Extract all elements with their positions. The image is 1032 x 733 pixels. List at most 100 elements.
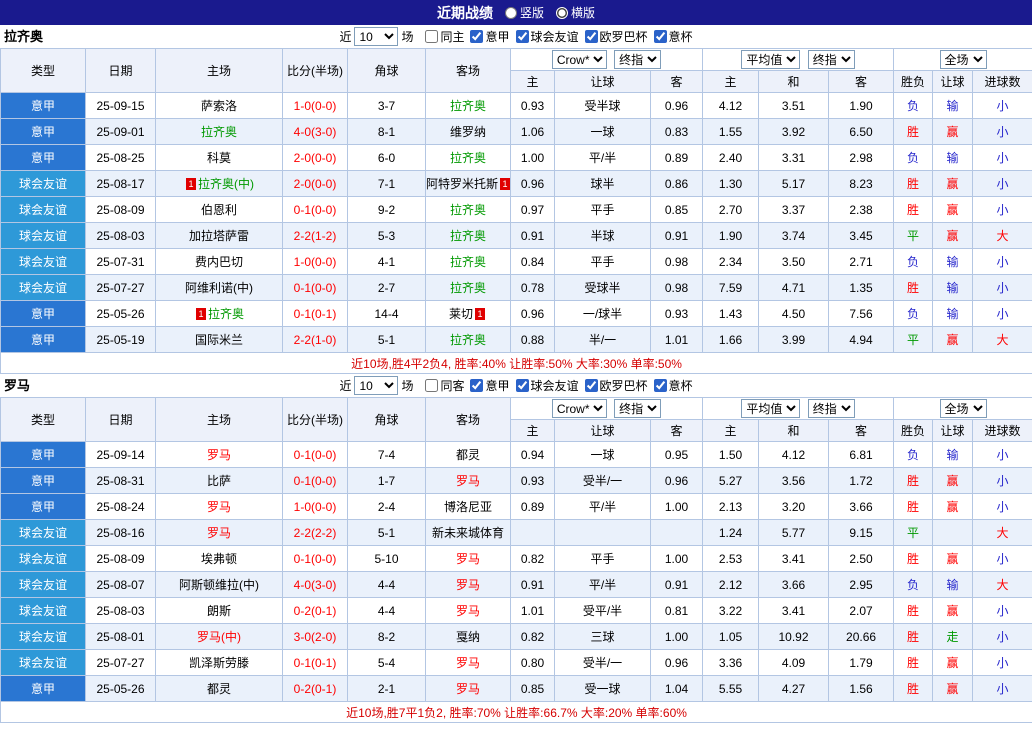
team-name[interactable]: 朗斯	[207, 604, 231, 618]
league-filter-seriea[interactable]: 意甲	[467, 377, 510, 394]
seriea-checkbox[interactable]	[470, 379, 484, 392]
score-cell[interactable]: 0-1(0-0)	[282, 545, 348, 572]
score-cell[interactable]: 0-1(0-0)	[282, 274, 348, 301]
europa-checkbox[interactable]	[584, 30, 598, 43]
seriea-checkbox[interactable]	[470, 30, 484, 43]
team-name[interactable]: 萨索洛	[201, 99, 237, 113]
handicap-cell: 平/半	[554, 144, 651, 171]
team-name[interactable]: 加拉塔萨雷	[189, 229, 249, 243]
team-name[interactable]: 罗马	[207, 526, 231, 540]
bookmaker-select[interactable]: Crow*	[551, 399, 607, 418]
team-name[interactable]: 罗马(中)	[197, 630, 241, 644]
layout-vertical-option[interactable]: 竖版	[504, 4, 544, 21]
date-cell: 25-08-09	[85, 196, 156, 223]
team-name[interactable]: 戛纳	[456, 630, 480, 644]
team-name[interactable]: 拉齐奥	[450, 229, 486, 243]
league-filter-coppa[interactable]: 意杯	[651, 377, 693, 394]
team-name[interactable]: 罗马	[456, 604, 480, 618]
asian-final-select[interactable]: 终指	[614, 399, 662, 418]
team-name[interactable]: 拉齐奥	[450, 99, 486, 113]
team-name[interactable]: 罗马	[456, 474, 480, 488]
score-cell[interactable]: 3-0(2-0)	[282, 623, 348, 650]
team-name[interactable]: 罗马	[456, 578, 480, 592]
team-name[interactable]: 拉齐奥	[450, 255, 486, 269]
bookmaker-select[interactable]: Crow*	[551, 50, 607, 69]
coppa-checkbox[interactable]	[653, 379, 667, 392]
team-name[interactable]: 罗马	[456, 552, 480, 566]
asian-home-odds: 1.01	[510, 597, 555, 624]
score-cell[interactable]: 1-0(0-0)	[282, 248, 348, 275]
league-filter-seriea[interactable]: 意甲	[467, 28, 510, 45]
team-name[interactable]: 拉齐奥	[201, 125, 237, 139]
league-filter-europa[interactable]: 欧罗巴杯	[582, 377, 648, 394]
score-cell[interactable]: 0-1(0-0)	[282, 441, 348, 468]
score-cell[interactable]: 4-0(3-0)	[282, 571, 348, 598]
score-cell[interactable]: 2-2(2-2)	[282, 519, 348, 546]
team-name[interactable]: 拉齐奥	[450, 151, 486, 165]
team-name[interactable]: 都灵	[456, 448, 480, 462]
scope-select[interactable]: 全场	[939, 50, 987, 69]
same-venue-checkbox[interactable]: 同主	[422, 28, 464, 45]
team-name[interactable]: 拉齐奥	[450, 281, 486, 295]
team-name[interactable]: 维罗纳	[450, 125, 486, 139]
team-name[interactable]: 拉齐奥	[208, 307, 244, 321]
friendly-checkbox[interactable]	[515, 379, 529, 392]
team-name[interactable]: 科莫	[207, 151, 231, 165]
same-venue-input[interactable]	[425, 379, 439, 392]
euro-average-select[interactable]: 平均值	[741, 50, 801, 69]
team-name[interactable]: 凯泽斯劳滕	[189, 656, 249, 670]
score-cell[interactable]: 2-0(0-0)	[282, 170, 348, 197]
score-cell[interactable]: 0-1(0-0)	[282, 196, 348, 223]
team-name[interactable]: 拉齐奥(中)	[198, 177, 254, 191]
team-name[interactable]: 伯恩利	[201, 203, 237, 217]
same-venue-input[interactable]	[425, 30, 439, 43]
team-name[interactable]: 莱切	[449, 307, 473, 321]
team-name[interactable]: 博洛尼亚	[444, 500, 492, 514]
team-name[interactable]: 比萨	[207, 474, 231, 488]
team-name[interactable]: 阿特罗米托斯	[427, 177, 499, 191]
score-cell[interactable]: 2-2(1-0)	[282, 326, 348, 353]
league-filter-coppa[interactable]: 意杯	[651, 28, 693, 45]
score-cell[interactable]: 0-1(0-1)	[282, 300, 348, 327]
match-count-select[interactable]: 10	[354, 376, 399, 395]
euro-final-select[interactable]: 终指	[807, 50, 855, 69]
score-cell[interactable]: 2-2(1-2)	[282, 222, 348, 249]
score-cell[interactable]: 2-0(0-0)	[282, 144, 348, 171]
team-name[interactable]: 都灵	[207, 682, 231, 696]
match-count-select[interactable]: 10	[354, 27, 399, 46]
friendly-checkbox[interactable]	[515, 30, 529, 43]
team-name[interactable]: 埃弗顿	[201, 552, 237, 566]
euro-home-odds: 1.50	[702, 441, 760, 468]
score-cell[interactable]: 4-0(3-0)	[282, 118, 348, 145]
vertical-layout-radio[interactable]	[504, 6, 517, 19]
coppa-checkbox[interactable]	[653, 30, 667, 43]
score-cell[interactable]: 1-0(0-0)	[282, 493, 348, 520]
team-name[interactable]: 罗马	[456, 682, 480, 696]
scope-select[interactable]: 全场	[939, 399, 987, 418]
league-filter-friendly[interactable]: 球会友谊	[513, 377, 579, 394]
score-cell[interactable]: 0-1(0-0)	[282, 467, 348, 494]
team-name[interactable]: 新未来城体育	[432, 526, 504, 540]
score-cell[interactable]: 0-1(0-1)	[282, 649, 348, 676]
score-cell[interactable]: 1-0(0-0)	[282, 92, 348, 119]
team-name[interactable]: 罗马	[207, 448, 231, 462]
horizontal-layout-radio[interactable]	[556, 6, 568, 19]
asian-final-select[interactable]: 终指	[614, 50, 662, 69]
team-name[interactable]: 国际米兰	[195, 333, 243, 347]
same-venue-checkbox[interactable]: 同客	[422, 377, 464, 394]
team-name[interactable]: 拉齐奥	[450, 203, 486, 217]
score-cell[interactable]: 0-2(0-1)	[282, 597, 348, 624]
euro-average-select[interactable]: 平均值	[741, 399, 801, 418]
league-filter-friendly[interactable]: 球会友谊	[513, 28, 579, 45]
team-name[interactable]: 拉齐奥	[450, 333, 486, 347]
team-name[interactable]: 费内巴切	[195, 255, 243, 269]
layout-horizontal-option[interactable]: 横版	[556, 4, 595, 21]
team-name[interactable]: 阿维利诺(中)	[185, 281, 253, 295]
europa-checkbox[interactable]	[584, 379, 598, 392]
league-filter-europa[interactable]: 欧罗巴杯	[582, 28, 648, 45]
score-cell[interactable]: 0-2(0-1)	[282, 675, 348, 702]
team-name[interactable]: 罗马	[207, 500, 231, 514]
team-name[interactable]: 罗马	[456, 656, 480, 670]
euro-final-select[interactable]: 终指	[807, 399, 855, 418]
team-name[interactable]: 阿斯顿维拉(中)	[179, 578, 259, 592]
